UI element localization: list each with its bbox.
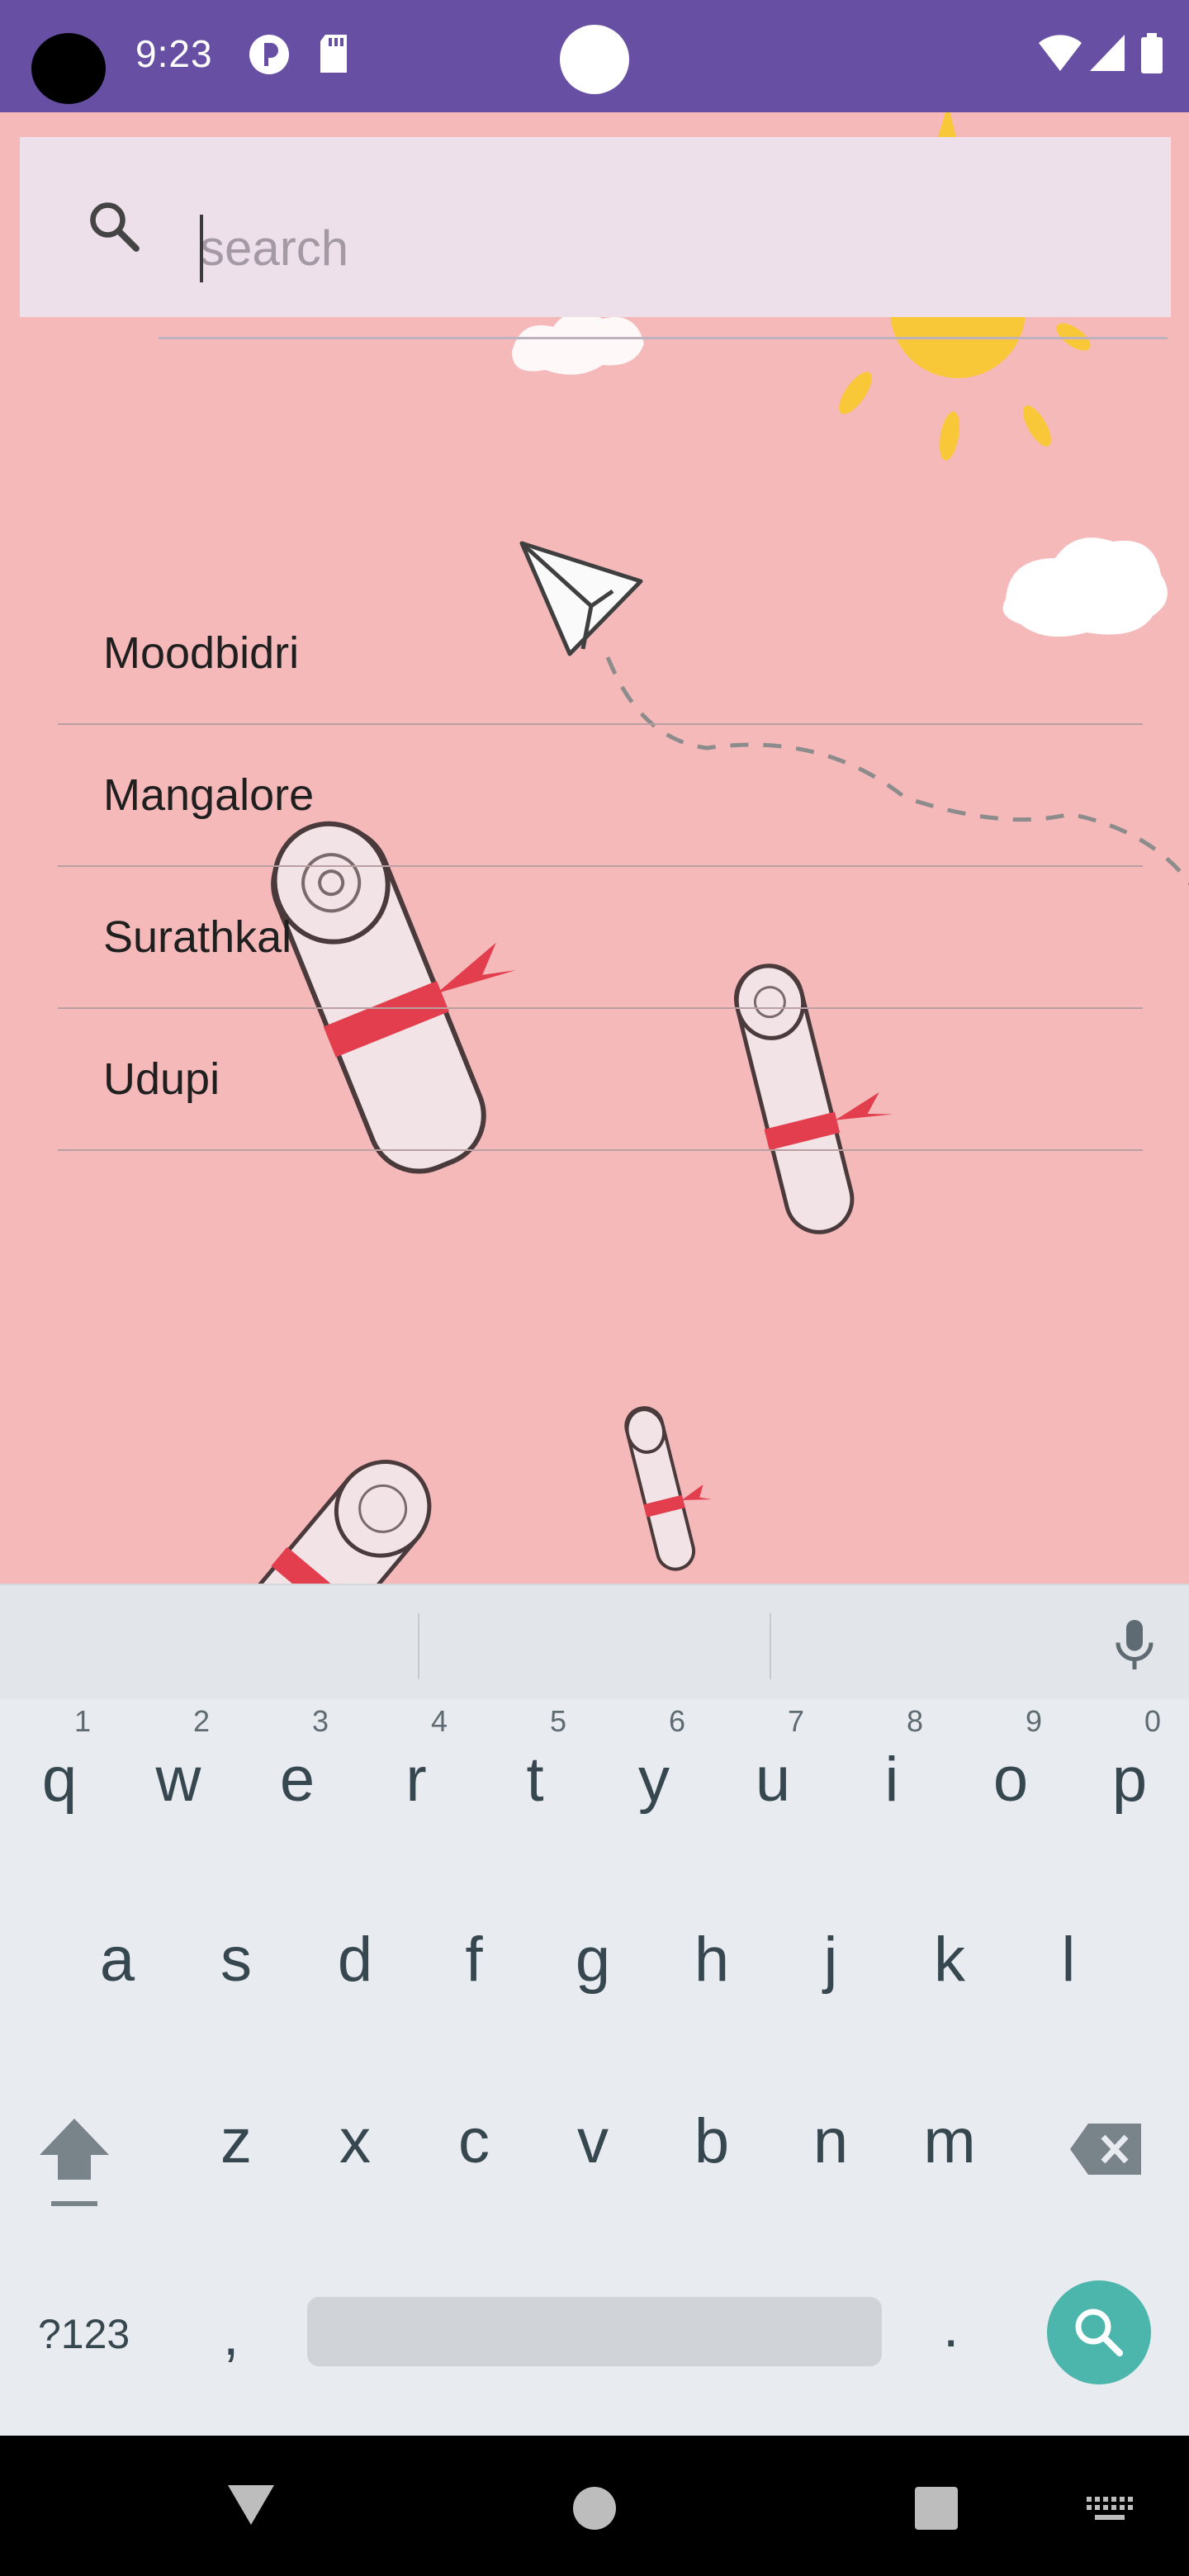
key-s[interactable]: s	[187, 1881, 286, 2013]
list-item[interactable]: Udupi	[58, 1009, 1143, 1151]
navigation-bar	[0, 2436, 1189, 2576]
battery-icon	[1141, 33, 1163, 73]
key-c[interactable]: c	[424, 2062, 523, 2195]
list-item[interactable]: Mangalore	[58, 725, 1143, 867]
recents-icon[interactable]	[913, 2485, 959, 2531]
status-bar: 9:23	[0, 0, 1189, 112]
suggestion-divider	[770, 1613, 771, 1679]
backspace-key[interactable]	[1067, 2120, 1146, 2182]
backspace-icon	[1070, 2124, 1141, 2175]
key-j[interactable]: j	[781, 1881, 880, 2013]
scroll-illustration-small	[624, 1406, 713, 1571]
back-icon[interactable]	[225, 2482, 277, 2528]
front-camera	[560, 25, 629, 94]
p-icon	[249, 35, 289, 74]
camera-cutout	[31, 33, 106, 104]
suggestion-divider	[418, 1613, 419, 1679]
key-l[interactable]: l	[1019, 1881, 1118, 2013]
wifi-icon	[1039, 35, 1082, 71]
home-icon[interactable]	[571, 2485, 618, 2531]
key-q[interactable]: 1q	[10, 1701, 109, 1833]
suggestion-strip	[0, 1584, 1189, 1699]
key-v[interactable]: v	[543, 2062, 642, 2195]
key-k[interactable]: k	[900, 1881, 999, 2013]
list-item[interactable]: Surathkal	[58, 867, 1143, 1009]
list-item-label: Moodbidri	[103, 628, 300, 678]
key-w[interactable]: 2w	[129, 1701, 228, 1833]
key-e[interactable]: 3e	[248, 1701, 347, 1833]
list-item[interactable]: Moodbidri	[58, 583, 1143, 725]
search-input[interactable]	[200, 206, 1149, 289]
space-key[interactable]	[307, 2297, 882, 2366]
key-i[interactable]: 8i	[842, 1701, 941, 1833]
app-content: Moodbidri Mangalore Surathkal Udupi	[0, 112, 1189, 1584]
key-h[interactable]: h	[662, 1881, 761, 2013]
microphone-icon[interactable]	[1110, 1615, 1159, 1674]
key-o[interactable]: 9o	[961, 1701, 1060, 1833]
search-action-key[interactable]	[1047, 2280, 1151, 2384]
search-icon[interactable]	[84, 197, 144, 256]
list-item-label: Udupi	[103, 1054, 220, 1104]
key-b[interactable]: b	[662, 2062, 761, 2195]
key-d[interactable]: d	[306, 1881, 405, 2013]
shift-key[interactable]	[33, 2112, 116, 2215]
location-list: Moodbidri Mangalore Surathkal Udupi	[58, 583, 1143, 1151]
comma-key[interactable]: ,	[223, 2302, 239, 2368]
key-g[interactable]: g	[543, 1881, 642, 2013]
keyboard-switch-icon[interactable]	[1085, 2495, 1135, 2525]
key-r[interactable]: 4r	[367, 1701, 466, 1833]
text-cursor	[200, 215, 203, 282]
key-p[interactable]: 0p	[1080, 1701, 1179, 1833]
list-item-label: Mangalore	[103, 770, 315, 820]
period-key[interactable]: .	[943, 2294, 959, 2360]
key-m[interactable]: m	[900, 2062, 999, 2195]
search-icon	[1075, 2308, 1123, 2356]
key-y[interactable]: 6y	[604, 1701, 703, 1833]
soft-keyboard: 1q 2w 3e 4r 5t 6y 7u 8i 9o 0p a s d f g …	[0, 1584, 1189, 2436]
key-n[interactable]: n	[781, 2062, 880, 2195]
sd-card-icon	[320, 35, 347, 73]
key-a[interactable]: a	[68, 1881, 167, 2013]
search-underline	[159, 337, 1168, 339]
key-z[interactable]: z	[187, 2062, 286, 2195]
list-item-label: Surathkal	[103, 912, 292, 962]
key-t[interactable]: 5t	[486, 1701, 585, 1833]
search-bar[interactable]	[20, 137, 1171, 339]
key-u[interactable]: 7u	[723, 1701, 822, 1833]
status-time: 9:23	[135, 32, 213, 75]
scroll-illustration-bottom	[230, 1460, 432, 1584]
shift-icon	[40, 2119, 109, 2206]
key-f[interactable]: f	[424, 1881, 523, 2013]
signal-icon	[1090, 35, 1125, 71]
key-x[interactable]: x	[306, 2062, 405, 2195]
symbols-key[interactable]: ?123	[38, 2310, 130, 2358]
